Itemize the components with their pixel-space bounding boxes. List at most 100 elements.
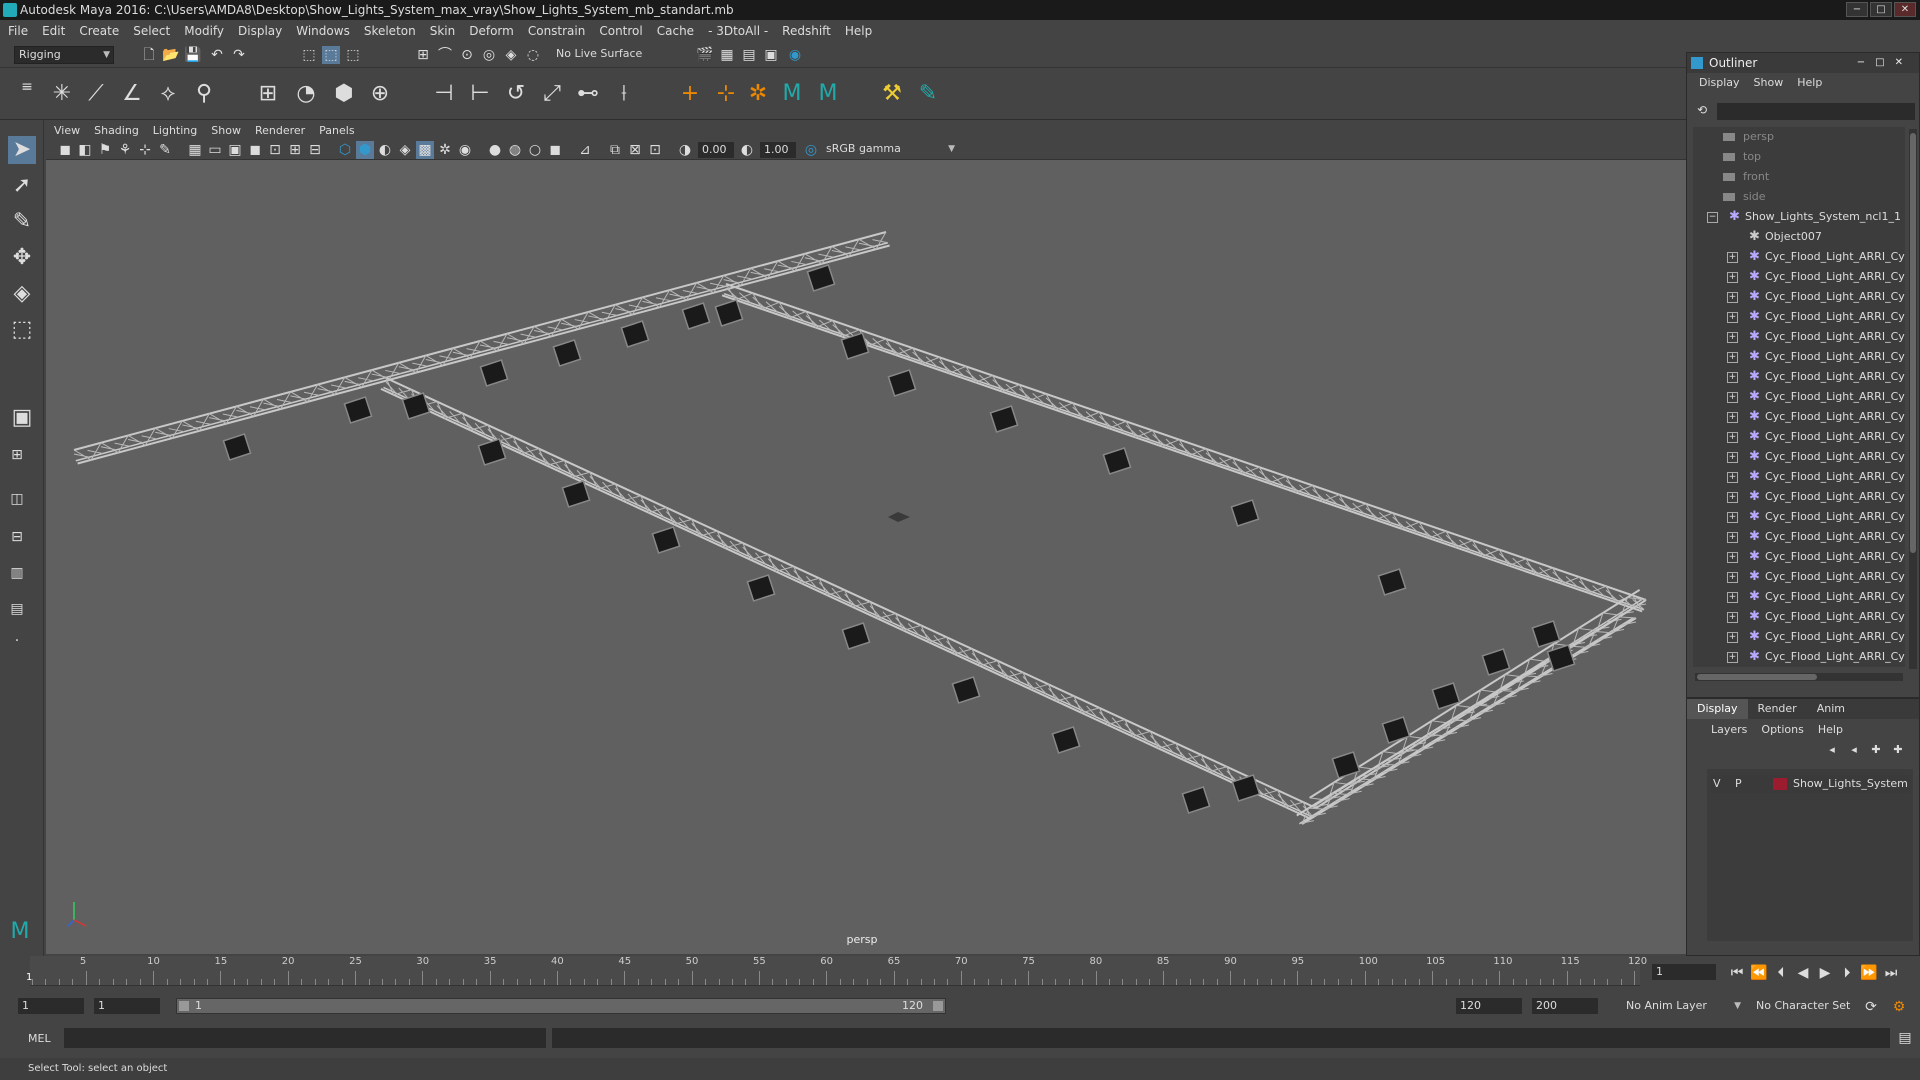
isolate-select-icon[interactable]: ⊿ (576, 141, 594, 159)
playback-end-field[interactable]: 120 (1456, 998, 1522, 1014)
menu-control[interactable]: Control (599, 24, 642, 38)
auto-key-icon[interactable]: ⟳ (1862, 998, 1880, 1016)
custom-layout-icon[interactable]: · (8, 632, 26, 650)
parent-constraint-icon[interactable]: ⊷ (574, 80, 602, 108)
flood-light[interactable] (620, 320, 650, 348)
snap-point-icon[interactable]: ⊙ (458, 46, 476, 64)
outliner-light-item[interactable]: + ✱ Cyc_Flood_Light_ARRI_Cy (1693, 607, 1905, 627)
cluster-icon[interactable]: ⊕ (366, 80, 394, 108)
wireframe-icon[interactable]: ⬡ (336, 141, 354, 159)
ik-spline-icon[interactable]: ∠ (118, 80, 146, 108)
current-frame-field[interactable]: 1 (1652, 964, 1716, 980)
undo-icon[interactable]: ↶ (208, 46, 226, 64)
flood-light[interactable] (1381, 716, 1411, 744)
2d-pan-zoom-icon[interactable]: ⊹ (136, 141, 154, 159)
animation-start-field[interactable]: 1 (18, 998, 84, 1014)
outliner-vscroll[interactable] (1909, 129, 1917, 669)
outliner-light-item[interactable]: + ✱ Cyc_Flood_Light_ARRI_Cy (1693, 387, 1905, 407)
expand-icon[interactable]: + (1727, 512, 1738, 523)
flood-light[interactable] (989, 405, 1019, 433)
outliner-light-item[interactable]: + ✱ Cyc_Flood_Light_ARRI_Cy (1693, 287, 1905, 307)
xray-icon[interactable]: ⧉ (606, 141, 624, 159)
outliner-object007[interactable]: ✱ Object007 (1693, 227, 1905, 247)
animation-end-field[interactable]: 200 (1532, 998, 1598, 1014)
hypershade-layout-icon[interactable]: ▤ (8, 600, 26, 618)
go-to-start-icon[interactable]: ⏮ (1728, 964, 1746, 982)
menu-windows[interactable]: Windows (296, 24, 350, 38)
hik-control-icon[interactable]: M (814, 80, 842, 108)
outliner-light-item[interactable]: + ✱ Cyc_Flood_Light_ARRI_Cy (1693, 267, 1905, 287)
outliner-menu-show[interactable]: Show (1754, 76, 1784, 89)
outliner-menu-display[interactable]: Display (1699, 76, 1740, 89)
anti-aliasing-icon[interactable]: ○ (526, 141, 544, 159)
truss-beam[interactable] (73, 231, 890, 465)
use-default-material-icon[interactable]: ◐ (376, 141, 394, 159)
outliner-camera-top[interactable]: top (1693, 147, 1905, 167)
rotate-tool-icon[interactable]: ◈ (8, 280, 36, 308)
expand-icon[interactable]: + (1727, 452, 1738, 463)
joint-orient-icon[interactable]: ⊹ (712, 80, 740, 108)
outliner-light-item[interactable]: + ✱ Cyc_Flood_Light_ARRI_Cy (1693, 407, 1905, 427)
select-component-icon[interactable]: ⬚ (344, 46, 362, 64)
range-start-handle[interactable] (179, 1001, 189, 1011)
expand-icon[interactable]: + (1727, 332, 1738, 343)
live-surface-field[interactable]: No Live Surface (552, 46, 652, 64)
flood-light[interactable] (561, 480, 591, 508)
outliner-light-item[interactable]: + ✱ Cyc_Flood_Light_ARRI_Cy (1693, 647, 1905, 667)
truss-system[interactable] (73, 231, 1647, 825)
expand-icon[interactable]: + (1727, 572, 1738, 583)
menu-skeleton[interactable]: Skeleton (364, 24, 416, 38)
layer-menu-options[interactable]: Options (1761, 723, 1803, 736)
textured-icon[interactable]: ▩ (416, 141, 434, 159)
outliner-light-item[interactable]: + ✱ Cyc_Flood_Light_ARRI_Cy (1693, 567, 1905, 587)
flood-light[interactable] (1377, 568, 1407, 596)
expand-icon[interactable]: + (1727, 432, 1738, 443)
menu-edit[interactable]: Edit (42, 24, 65, 38)
flood-light[interactable] (651, 526, 681, 554)
outliner-root-group[interactable]: − ✱ Show_Lights_System_ncl1_1 (1693, 207, 1905, 227)
outliner-filter-icon[interactable]: ⟲ (1693, 101, 1711, 119)
truss-beam[interactable] (380, 377, 1317, 820)
paint-weights-icon[interactable]: ◔ (292, 80, 320, 108)
outliner-light-item[interactable]: + ✱ Cyc_Flood_Light_ARRI_Cy (1693, 247, 1905, 267)
scale-tool-icon[interactable]: ⬚ (8, 316, 36, 344)
expand-icon[interactable]: + (1727, 372, 1738, 383)
snap-view-icon[interactable]: ◎ (480, 46, 498, 64)
single-view-icon[interactable]: ▣ (8, 404, 36, 432)
flood-light[interactable] (714, 299, 744, 327)
scene-view[interactable] (46, 160, 1686, 954)
ik-handle-icon[interactable]: ⟋ (82, 80, 110, 108)
humanik-icon[interactable]: ⚲ (190, 80, 218, 108)
shadows-icon[interactable]: ◉ (456, 141, 474, 159)
outliner-light-item[interactable]: + ✱ Cyc_Flood_Light_ARRI_Cy (1693, 527, 1905, 547)
save-scene-icon[interactable]: 💾 (184, 46, 202, 64)
expand-icon[interactable]: + (1727, 312, 1738, 323)
step-back-frame-icon[interactable]: ⏴ (1772, 964, 1790, 982)
play-forward-icon[interactable]: ▶ (1816, 964, 1834, 982)
flood-light[interactable] (552, 339, 582, 367)
flood-light[interactable] (1181, 786, 1211, 814)
safe-title-icon[interactable]: ⊟ (306, 141, 324, 159)
step-forward-key-icon[interactable]: ⏩ (1860, 964, 1878, 982)
flood-light[interactable] (1331, 751, 1361, 779)
render-settings-icon[interactable]: ▤ (740, 46, 758, 64)
layer-playback-toggle[interactable]: P (1735, 775, 1742, 793)
exposure-icon[interactable]: ◑ (676, 141, 694, 159)
expand-icon[interactable]: + (1727, 292, 1738, 303)
move-layer-up-icon[interactable]: ◂ (1823, 741, 1841, 759)
hik-character-icon[interactable]: M (778, 80, 806, 108)
outliner-hscroll[interactable] (1695, 673, 1903, 681)
menu-create[interactable]: Create (79, 24, 119, 38)
outliner-window-controls[interactable]: −□✕ (1857, 53, 1913, 73)
select-tool-icon[interactable]: ➤ (8, 136, 36, 164)
persp-outliner-icon[interactable]: ⊟ (8, 528, 26, 546)
gate-mask-icon[interactable]: ◼ (246, 141, 264, 159)
smooth-shade-icon[interactable]: ⬢ (356, 141, 374, 159)
screen-space-ao-icon[interactable]: ● (486, 141, 504, 159)
flood-light[interactable] (1230, 499, 1260, 527)
outliner-camera-persp[interactable]: persp (1693, 127, 1905, 147)
wireframe-on-shaded-icon[interactable]: ◈ (396, 141, 414, 159)
shelf-options-icon[interactable]: ≡ (18, 78, 36, 96)
deform-tool-icon[interactable]: ⚒ (878, 80, 906, 108)
sculpt-tool-icon[interactable]: ✎ (914, 80, 942, 108)
